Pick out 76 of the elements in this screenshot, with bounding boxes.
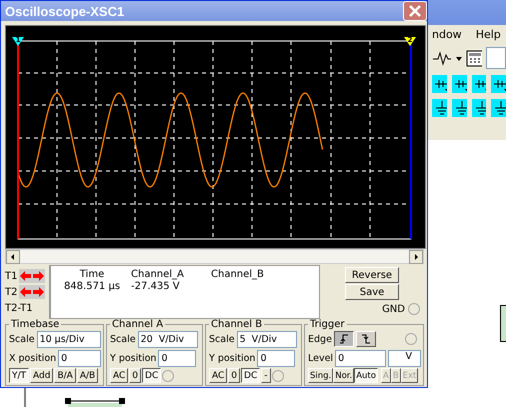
schematic-wire [24, 388, 26, 407]
menu-item[interactable]: Help [476, 28, 501, 41]
coupling-button[interactable]: AC [110, 368, 128, 383]
rising-edge-button[interactable] [334, 331, 354, 347]
component-icon[interactable] [432, 99, 447, 117]
radio-button[interactable] [405, 333, 417, 345]
coupling-button[interactable]: DC [241, 368, 260, 383]
readout-value: 848.571 µs [64, 281, 120, 292]
scroll-right-icon[interactable] [409, 250, 423, 264]
close-icon [408, 4, 422, 18]
gnd-label: GND [382, 304, 405, 314]
cursor-arrows-icon[interactable] [19, 269, 46, 283]
field-label: Scale [9, 334, 35, 344]
component-icon[interactable] [452, 75, 466, 93]
group-title: Trigger [309, 319, 346, 330]
calculator-icon[interactable] [466, 50, 482, 66]
window-title: Oscilloscope-XSC1 [5, 4, 124, 18]
trigger-mode-button[interactable]: Auto [354, 368, 378, 383]
radio-button[interactable] [162, 370, 174, 382]
coupling-button[interactable]: 0 [129, 368, 142, 383]
action-button[interactable]: Reverse [345, 267, 399, 283]
mode-button[interactable]: Add [30, 368, 54, 383]
input-field[interactable]: 20 V/Div [138, 330, 198, 348]
mode-button[interactable]: B/A [54, 368, 76, 383]
component-icon[interactable] [452, 99, 466, 117]
input-field[interactable]: 0 [335, 350, 386, 366]
input-field[interactable]: 5 V/Div [236, 330, 297, 348]
falling-edge-icon [360, 334, 371, 344]
input-field[interactable]: 0 [257, 350, 296, 366]
menu-item[interactable]: ndow [432, 28, 462, 41]
coupling-button[interactable]: - [261, 368, 270, 383]
field-label: Y position [209, 352, 256, 364]
scroll-left-icon[interactable] [6, 250, 20, 264]
group-title: Channel A [111, 319, 164, 330]
radio-button[interactable] [272, 370, 284, 382]
column-header: Time [80, 269, 104, 280]
coupling-button[interactable]: 0 [228, 368, 240, 383]
coupling-button[interactable]: AC [209, 368, 228, 383]
component-icon[interactable] [432, 75, 447, 93]
trigger-mode-button[interactable]: Nor. [333, 368, 354, 383]
schematic-component [65, 398, 125, 407]
component-icon[interactable] [491, 75, 506, 93]
group-title: Channel B [210, 319, 264, 330]
component-icon[interactable] [491, 99, 506, 117]
component-icon[interactable] [472, 75, 486, 93]
field-label: Scale [110, 334, 136, 344]
mode-button[interactable]: Y/T [9, 368, 30, 383]
cursor-label: T1 [5, 270, 18, 282]
input-field[interactable]: 0 [158, 350, 196, 366]
field-label: Y position [110, 352, 156, 364]
field-label: Edge [308, 334, 332, 344]
falling-edge-button[interactable] [356, 331, 376, 347]
trigger-mode-button[interactable]: Sing. [308, 368, 334, 383]
input-field[interactable]: 0 [58, 350, 101, 366]
mode-button[interactable]: A/B [76, 368, 98, 383]
unit-field[interactable]: V [388, 350, 421, 366]
rising-edge-icon [338, 334, 349, 344]
group-title: Timebase [10, 319, 60, 330]
coupling-button[interactable]: DC [142, 368, 162, 383]
scrollbar[interactable] [5, 249, 424, 264]
field-label: Level [308, 352, 334, 364]
readout-value: -27.435 V [131, 281, 180, 292]
toolbar-field[interactable] [486, 47, 506, 69]
action-button[interactable]: Save [345, 284, 399, 300]
close-button[interactable] [403, 1, 427, 21]
field-label: Scale [209, 334, 235, 344]
radio-button[interactable] [408, 303, 420, 315]
cursor-arrows-icon[interactable] [19, 285, 46, 299]
cursor-label: T2-T1 [5, 302, 33, 314]
column-header: Channel_B [211, 269, 264, 280]
cursor-label: T2 [5, 286, 18, 298]
component-icon[interactable] [472, 99, 486, 117]
column-header: Channel_A [131, 269, 184, 280]
field-label: X position [9, 352, 56, 364]
input-field[interactable]: 10 µs/Div [36, 330, 101, 348]
waveform-icon[interactable] [432, 50, 452, 66]
